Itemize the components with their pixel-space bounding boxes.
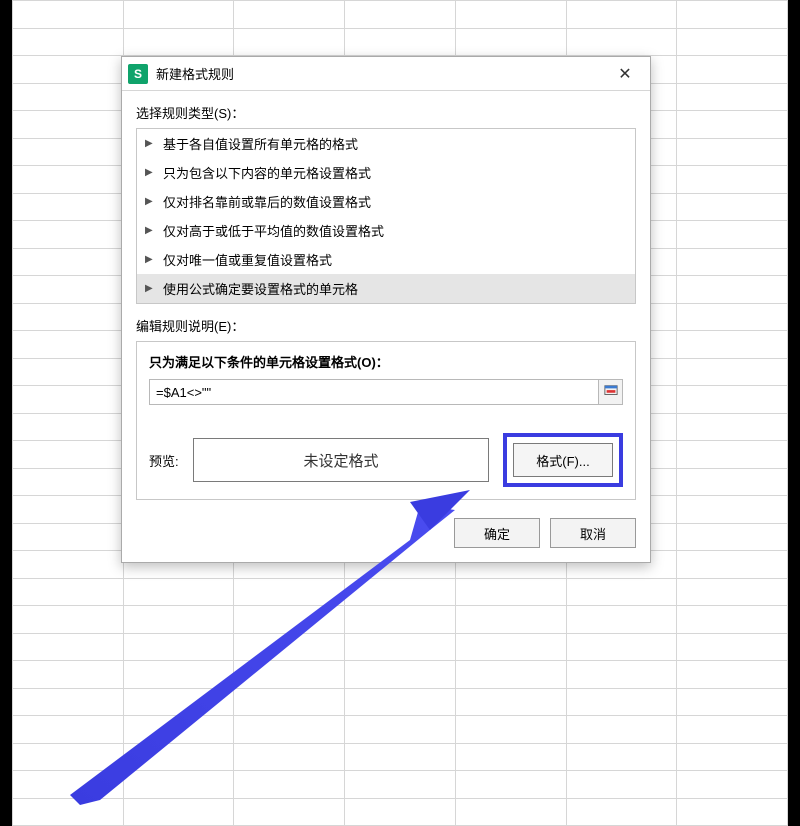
rule-type-item[interactable]: ▶ 只为包含以下内容的单元格设置格式	[137, 158, 635, 187]
rule-type-list[interactable]: ▶ 基于各自值设置所有单元格的格式 ▶ 只为包含以下内容的单元格设置格式 ▶ 仅…	[136, 128, 636, 304]
rule-type-item-label: 只为包含以下内容的单元格设置格式	[163, 163, 371, 182]
collapse-refedit-button[interactable]	[598, 380, 622, 404]
rule-type-item-label: 仅对排名靠前或靠后的数值设置格式	[163, 192, 371, 211]
formula-refedit[interactable]	[149, 379, 623, 405]
chevron-right-icon: ▶	[145, 196, 157, 207]
close-icon: ✕	[618, 64, 631, 84]
image-black-border-right	[788, 0, 800, 826]
rule-type-item-label: 仅对唯一值或重复值设置格式	[163, 250, 332, 269]
preview-box: 未设定格式	[193, 438, 489, 482]
dialog-title: 新建格式规则	[156, 64, 608, 83]
chevron-right-icon: ▶	[145, 138, 157, 149]
rule-type-item[interactable]: ▶ 基于各自值设置所有单元格的格式	[137, 129, 635, 158]
edit-rule-description-label: 编辑规则说明(E)：	[136, 316, 636, 335]
app-icon: S	[128, 64, 148, 84]
chevron-right-icon: ▶	[145, 225, 157, 236]
dialog-titlebar[interactable]: S 新建格式规则 ✕	[122, 57, 650, 91]
chevron-right-icon: ▶	[145, 254, 157, 265]
rule-type-item-label: 使用公式确定要设置格式的单元格	[163, 279, 358, 298]
rule-type-item-label: 基于各自值设置所有单元格的格式	[163, 134, 358, 153]
format-button-highlight: 格式(F)...	[503, 433, 623, 487]
rule-type-item[interactable]: ▶ 仅对排名靠前或靠后的数值设置格式	[137, 187, 635, 216]
rule-type-item-selected[interactable]: ▶ 使用公式确定要设置格式的单元格	[137, 274, 635, 303]
format-button[interactable]: 格式(F)...	[513, 443, 613, 477]
select-rule-type-label: 选择规则类型(S)：	[136, 103, 636, 122]
cancel-button[interactable]: 取消	[550, 518, 636, 548]
close-button[interactable]: ✕	[608, 63, 642, 85]
new-format-rule-dialog: S 新建格式规则 ✕ 选择规则类型(S)： ▶ 基于各自值设置所有单元格的格式 …	[121, 56, 651, 563]
refedit-icon	[604, 384, 618, 401]
formula-input[interactable]	[150, 380, 598, 404]
condition-label: 只为满足以下条件的单元格设置格式(O)：	[149, 352, 623, 371]
chevron-right-icon: ▶	[145, 167, 157, 178]
rule-type-item-label: 仅对高于或低于平均值的数值设置格式	[163, 221, 384, 240]
preview-label: 预览:	[149, 451, 185, 470]
rule-type-item[interactable]: ▶ 仅对高于或低于平均值的数值设置格式	[137, 216, 635, 245]
ok-button[interactable]: 确定	[454, 518, 540, 548]
image-black-border-left	[0, 0, 12, 826]
chevron-right-icon: ▶	[145, 283, 157, 294]
rule-edit-panel: 只为满足以下条件的单元格设置格式(O)： 预览: 未设定格式	[136, 341, 636, 500]
rule-type-item[interactable]: ▶ 仅对唯一值或重复值设置格式	[137, 245, 635, 274]
